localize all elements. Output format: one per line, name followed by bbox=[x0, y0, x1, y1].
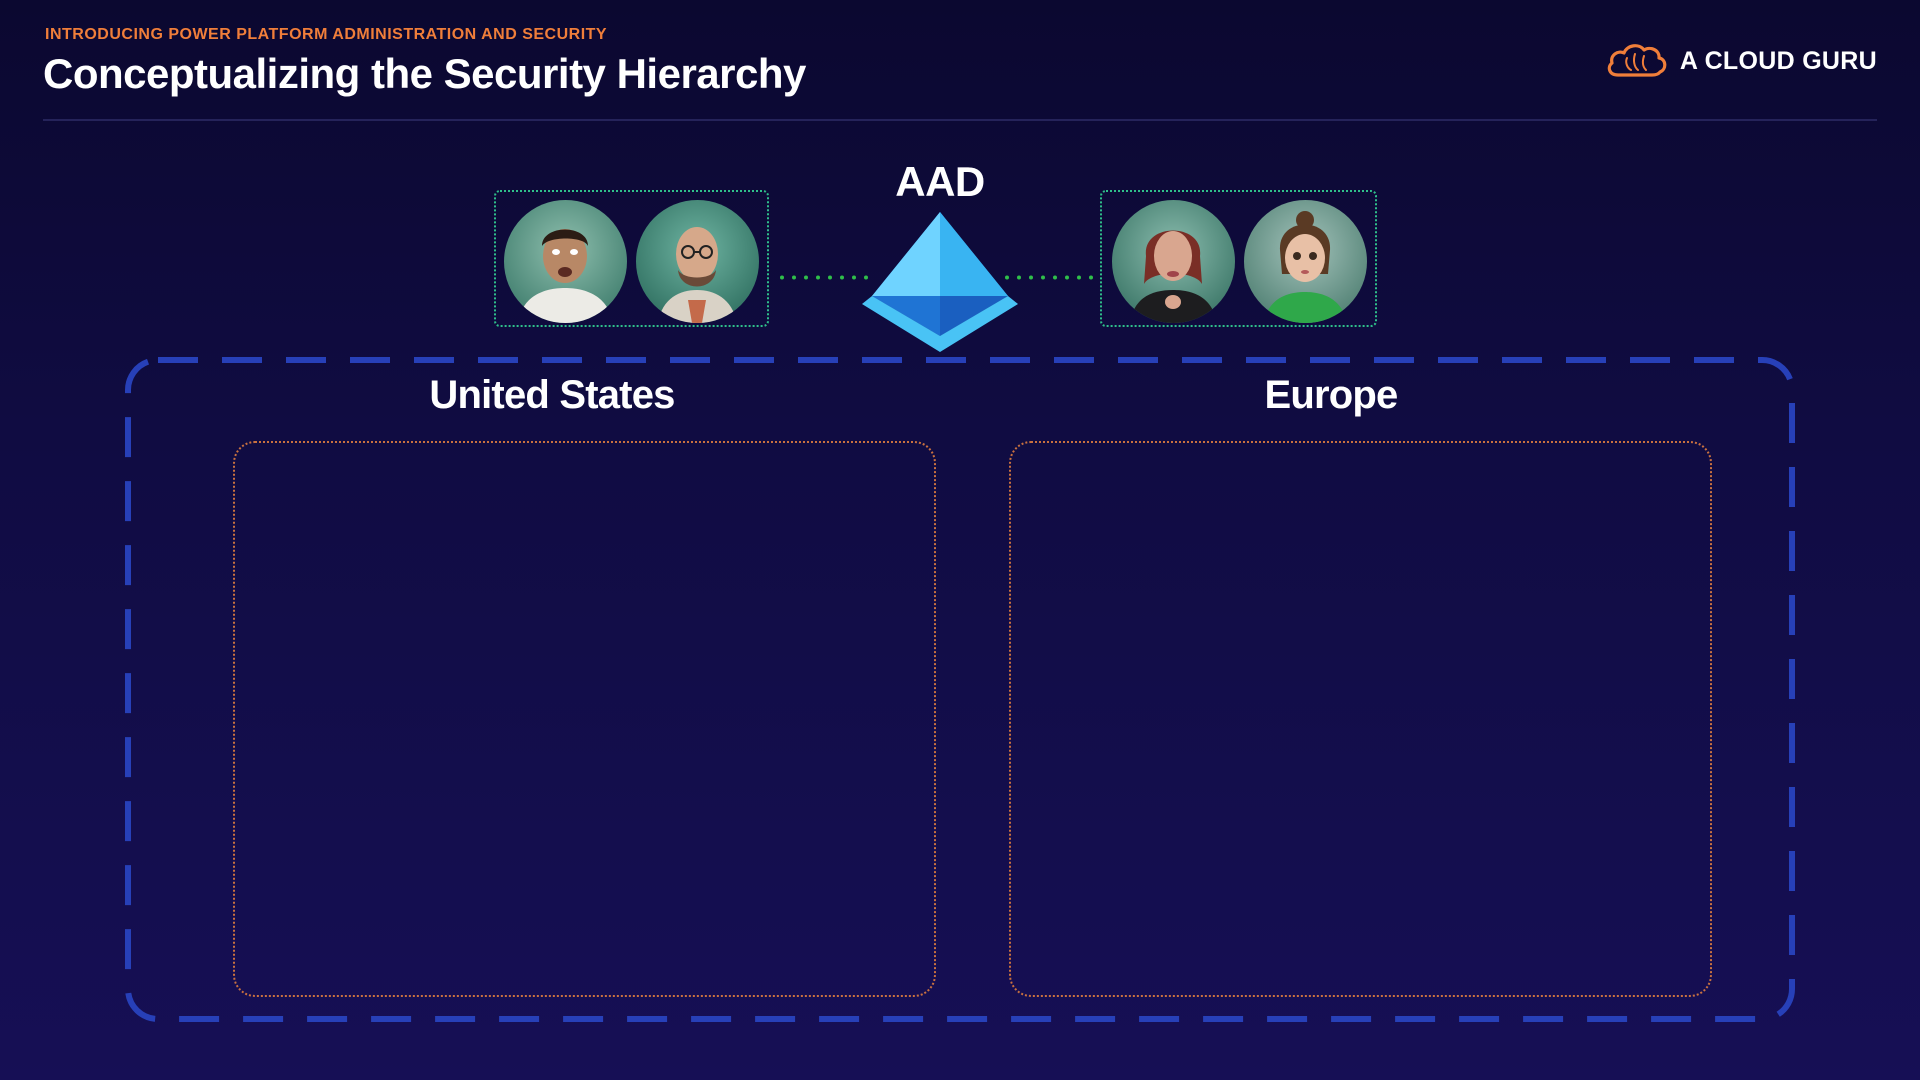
user-avatar bbox=[504, 200, 627, 323]
aad-label: AAD bbox=[895, 158, 985, 205]
user-avatar bbox=[1244, 200, 1367, 323]
cloud-logo-icon bbox=[1607, 44, 1667, 77]
brand-name: A CLOUD GURU bbox=[1679, 46, 1877, 75]
connector-right bbox=[1005, 275, 1101, 280]
region-title-europe: Europe bbox=[1264, 373, 1399, 417]
user-group-europe bbox=[1100, 190, 1377, 327]
region-title-united-states: United States bbox=[429, 373, 675, 417]
region-box-europe bbox=[1009, 441, 1712, 997]
azure-active-directory-icon bbox=[862, 212, 1018, 352]
slide-subtitle: INTRODUCING POWER PLATFORM ADMINISTRATIO… bbox=[45, 26, 608, 43]
brand-logo: A CLOUD GURU bbox=[1604, 38, 1877, 84]
user-avatar bbox=[636, 200, 759, 323]
region-box-united-states bbox=[233, 441, 936, 997]
header-divider bbox=[43, 119, 1877, 121]
slide-title: Conceptualizing the Security Hierarchy bbox=[43, 50, 806, 97]
user-avatar bbox=[1112, 200, 1235, 323]
user-group-united-states bbox=[494, 190, 769, 327]
